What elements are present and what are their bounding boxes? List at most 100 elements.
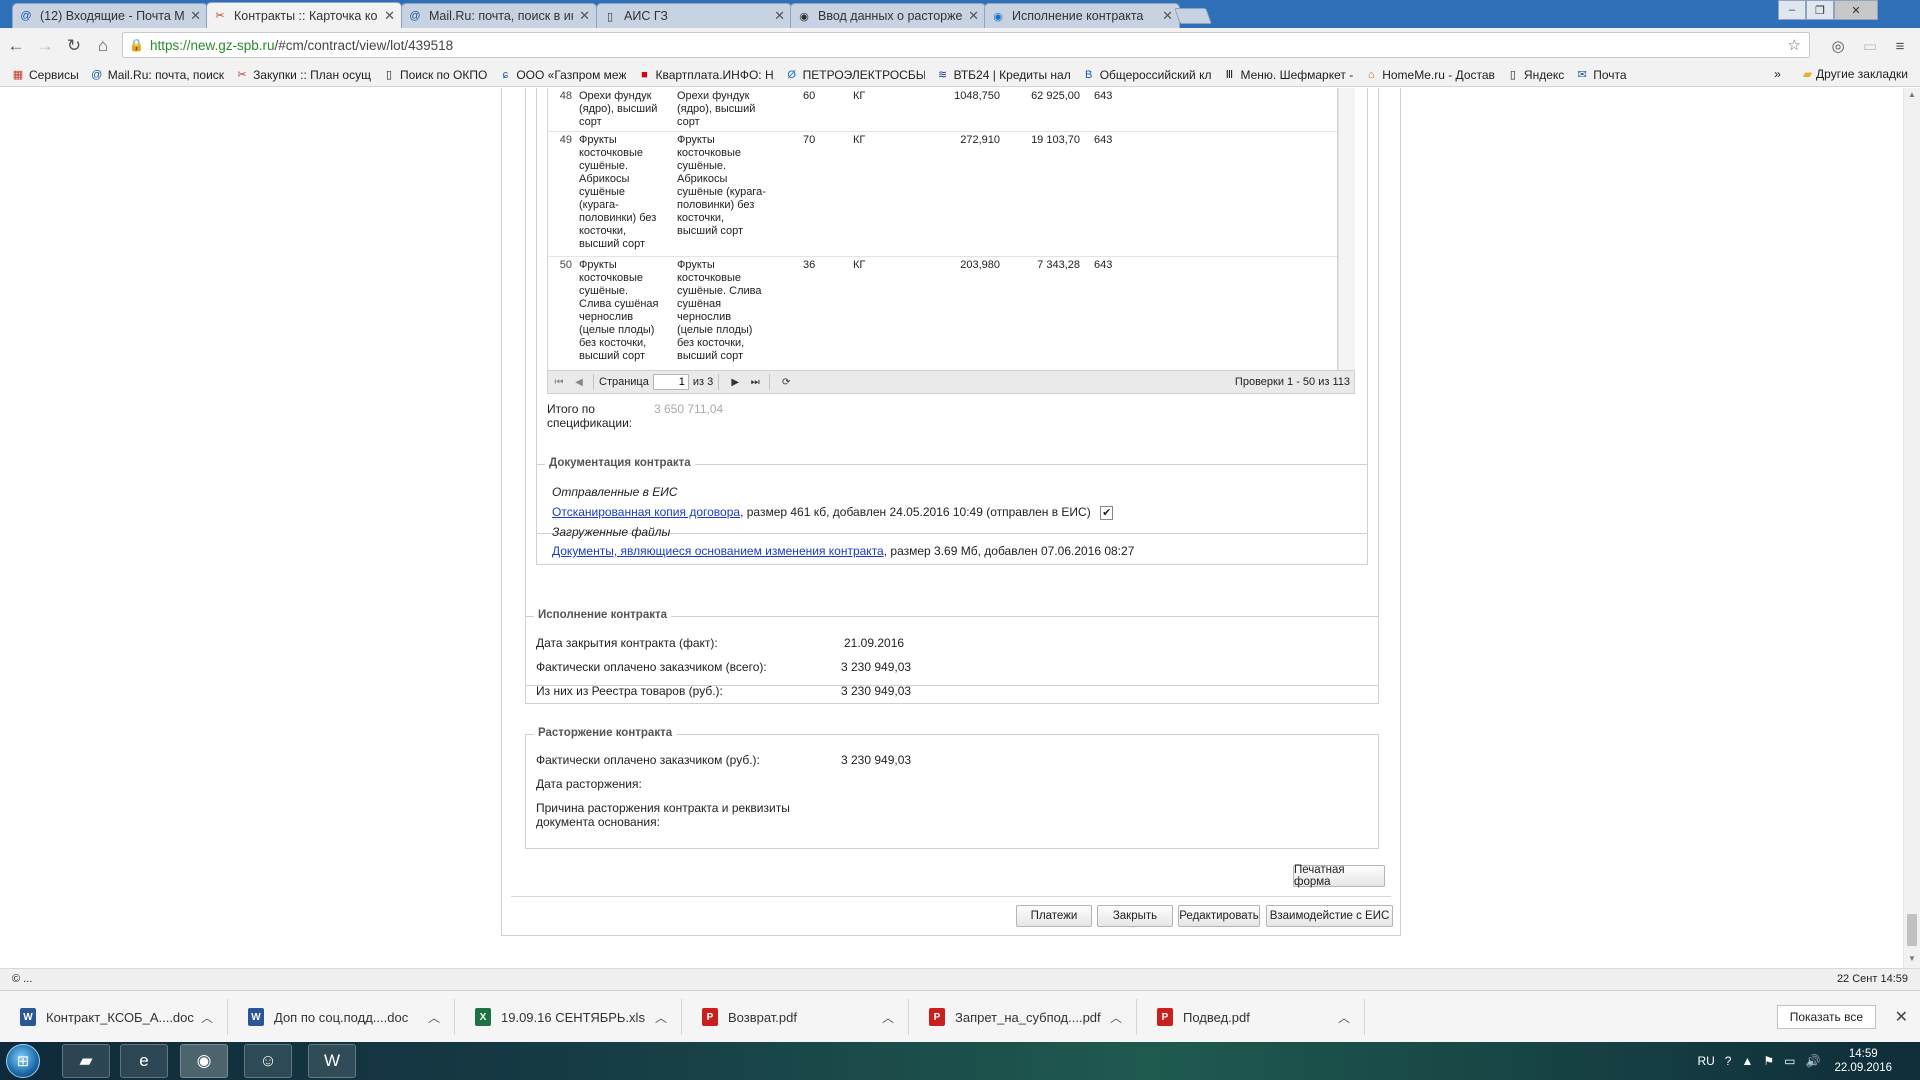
show-all-downloads-button[interactable]: Показать все bbox=[1776, 1005, 1876, 1029]
word-icon[interactable]: W bbox=[308, 1044, 356, 1078]
tray-overflow-icon[interactable]: ▲ bbox=[1741, 1054, 1753, 1068]
table-scrollbar[interactable] bbox=[1338, 88, 1355, 370]
bookmark-yandex[interactable]: ▯ Яндекс bbox=[1506, 68, 1564, 82]
next-page-icon[interactable]: ▶ bbox=[726, 373, 744, 391]
prev-page-icon[interactable]: ◀ bbox=[570, 373, 588, 391]
bookmark-label: Mail.Ru: почта, поиск bbox=[107, 67, 225, 82]
bookmark-chefmarket[interactable]: Ⅲ Меню. Шефмаркет - bbox=[1222, 68, 1354, 82]
download-item[interactable]: P Возврат.pdf ︿ bbox=[682, 999, 909, 1035]
close-button[interactable]: Закрыть bbox=[1097, 905, 1173, 927]
chevron-up-icon[interactable]: ︿ bbox=[1110, 1009, 1122, 1026]
close-icon[interactable]: ✕ bbox=[384, 8, 395, 24]
download-item[interactable]: X 19.09.16 СЕНТЯБРЬ.xls ︿ bbox=[455, 999, 682, 1035]
close-icon[interactable]: ✕ bbox=[1895, 1007, 1908, 1027]
page-scrollbar[interactable]: ▲ ▼ bbox=[1903, 88, 1920, 968]
tab-mail-inbox[interactable]: @ (12) Входящие - Почта Mail.Ru ✕ bbox=[12, 3, 208, 28]
scanned-contract-link[interactable]: Отсканированная копия договора bbox=[552, 505, 740, 519]
page-number-input[interactable] bbox=[652, 374, 689, 390]
bookmark-pochta[interactable]: ✉ Почта bbox=[1575, 68, 1627, 82]
minimize-button[interactable]: – bbox=[1778, 0, 1806, 20]
bookmark-services[interactable]: ▦ Сервисы bbox=[11, 68, 79, 82]
close-icon[interactable]: ✕ bbox=[774, 8, 785, 24]
menu-icon[interactable]: ≡ bbox=[1890, 36, 1910, 56]
home-icon[interactable]: ⌂ bbox=[90, 33, 116, 59]
eis-interaction-button[interactable]: Взаимодейстие с ЕИС bbox=[1266, 905, 1393, 927]
network-icon[interactable]: ▭ bbox=[1784, 1054, 1795, 1068]
bookmark-okpo[interactable]: ▯ Поиск по ОКПО bbox=[382, 68, 487, 82]
tab-ais-gz[interactable]: ▯ АИС ГЗ ✕ bbox=[596, 3, 792, 28]
payments-button[interactable]: Платежи bbox=[1016, 905, 1092, 927]
other-bookmarks[interactable]: Другие закладки bbox=[1816, 67, 1908, 81]
bookmark-star-icon[interactable]: ☆ bbox=[1788, 36, 1801, 54]
product-name: Фрукты косточковые сушёные. Слива сушёна… bbox=[579, 259, 659, 362]
vtb-icon: ≋ bbox=[938, 69, 948, 81]
help-icon[interactable]: ? bbox=[1725, 1054, 1732, 1068]
download-item[interactable]: W Контракт_КСОБ_А....doc ︿ bbox=[0, 999, 228, 1035]
table-row[interactable]: 49 Фрукты косточковые сушёные. Абрикосы … bbox=[548, 132, 1337, 257]
download-filename: Подвед.pdf bbox=[1183, 1009, 1250, 1025]
edit-button[interactable]: Редактировать bbox=[1178, 905, 1260, 927]
scroll-up-icon[interactable]: ▲ bbox=[1908, 90, 1916, 99]
maximize-button[interactable]: ❐ bbox=[1806, 0, 1834, 20]
system-clock[interactable]: 14:59 22.09.2016 bbox=[1834, 1047, 1892, 1075]
close-icon[interactable]: ✕ bbox=[1162, 8, 1173, 24]
tab-contract-execution[interactable]: ◉ Исполнение контракта ✕ bbox=[984, 3, 1180, 28]
tab-mailru[interactable]: @ Mail.Ru: почта, поиск в интернете ✕ bbox=[401, 3, 597, 28]
okpd-icon: B bbox=[1085, 68, 1093, 81]
bookmark-vtb24[interactable]: ≋ ВТБ24 | Кредиты нал bbox=[936, 68, 1071, 82]
language-indicator[interactable]: RU bbox=[1697, 1054, 1714, 1068]
bookmark-petroelektrosbyt[interactable]: Ø ПЕТРОЭЛЕКТРОСБЫТ bbox=[785, 68, 924, 82]
windows-start-button[interactable]: ⊞ bbox=[6, 1044, 40, 1078]
table-row[interactable]: 50 Фрукты косточковые сушёные. Слива суш… bbox=[548, 257, 1337, 370]
row-number: 50 bbox=[559, 259, 572, 271]
address-bar[interactable]: 🔒 https://new.gz-spb.ru/#cm/contract/vie… bbox=[122, 32, 1810, 58]
print-form-button[interactable]: Печатная форма bbox=[1293, 864, 1385, 888]
download-filename: 19.09.16 СЕНТЯБРЬ.xls bbox=[501, 1009, 645, 1025]
bookmark-homeme[interactable]: ⌂ HomeMe.ru - Достав bbox=[1364, 68, 1495, 82]
window-close-button[interactable]: ✕ bbox=[1834, 0, 1878, 20]
volume-icon[interactable]: 🔊 bbox=[1805, 1054, 1820, 1068]
pager-separator bbox=[769, 374, 771, 390]
extension-icon[interactable]: ◎ bbox=[1828, 36, 1848, 56]
download-item[interactable]: W Доп по соц.подд....doc ︿ bbox=[228, 999, 455, 1035]
close-icon[interactable]: ✕ bbox=[579, 8, 590, 24]
refresh-icon[interactable]: ⟳ bbox=[777, 373, 795, 391]
chevron-up-icon[interactable]: ︿ bbox=[655, 1009, 667, 1026]
table-row[interactable]: 48 Орехи фундук (ядро), высший сорт Орех… bbox=[548, 88, 1337, 132]
bookmarks-overflow-button[interactable]: » bbox=[1774, 67, 1781, 81]
tab-contract-card[interactable]: ✂ Контракты :: Карточка контракта ✕ bbox=[206, 2, 402, 28]
chevron-up-icon[interactable]: ︿ bbox=[1338, 1009, 1350, 1026]
scroll-thumb[interactable] bbox=[1907, 914, 1917, 946]
new-tab-button[interactable] bbox=[1174, 8, 1212, 24]
scroll-down-icon[interactable]: ▼ bbox=[1908, 954, 1916, 963]
system-tray: RU ? ▲ ⚑ ▭ 🔊 14:59 22.09.2016 bbox=[1697, 1042, 1920, 1080]
chevron-up-icon[interactable]: ︿ bbox=[428, 1009, 440, 1026]
bookmark-gazprom[interactable]: ɕ ООО «Газпром меж bbox=[498, 68, 627, 82]
flag-icon[interactable]: ⚑ bbox=[1763, 1054, 1774, 1068]
change-basis-documents-link[interactable]: Документы, являющиеся основанием изменен… bbox=[552, 544, 884, 558]
bookmark-mailru[interactable]: @ Mail.Ru: почта, поиск bbox=[90, 68, 224, 82]
last-page-icon[interactable]: ⏭ bbox=[746, 373, 764, 391]
extension-icon-2[interactable]: ▭ bbox=[1860, 36, 1880, 56]
chevron-up-icon[interactable]: ︿ bbox=[201, 1009, 213, 1026]
reload-icon[interactable]: ↻ bbox=[61, 33, 87, 59]
bookmark-kvartplata[interactable]: ■ Квартплата.ИНФО: Н bbox=[637, 67, 774, 82]
tab-termination-input[interactable]: ◉ Ввод данных о расторжении ✕ bbox=[790, 3, 986, 28]
internet-explorer-icon[interactable]: e bbox=[120, 1044, 168, 1078]
app-icon[interactable]: ☺ bbox=[244, 1044, 292, 1078]
back-icon[interactable]: ← bbox=[3, 33, 29, 59]
explorer-icon[interactable]: ▰ bbox=[62, 1044, 110, 1078]
download-item[interactable]: P Подвед.pdf ︿ bbox=[1137, 999, 1365, 1035]
forward-icon[interactable]: → bbox=[32, 33, 58, 59]
termination-reason-label: Причина расторжения контракта и реквизит… bbox=[536, 801, 790, 829]
bookmark-zakupki[interactable]: ✂ Закупки :: План осущ bbox=[235, 68, 371, 82]
download-item[interactable]: P Запрет_на_субпод....pdf ︿ bbox=[909, 999, 1137, 1035]
bookmark-okpd[interactable]: B Общероссийский кл bbox=[1082, 68, 1211, 82]
clock-time: 14:59 bbox=[1848, 1048, 1878, 1060]
close-icon[interactable]: ✕ bbox=[968, 8, 979, 24]
bookmark-label: Квартплата.ИНФО: Н bbox=[655, 67, 774, 82]
close-icon[interactable]: ✕ bbox=[190, 8, 201, 24]
first-page-icon[interactable]: ⏮ bbox=[550, 373, 568, 391]
chevron-up-icon[interactable]: ︿ bbox=[882, 1009, 894, 1026]
chrome-icon[interactable]: ◉ bbox=[180, 1044, 228, 1078]
